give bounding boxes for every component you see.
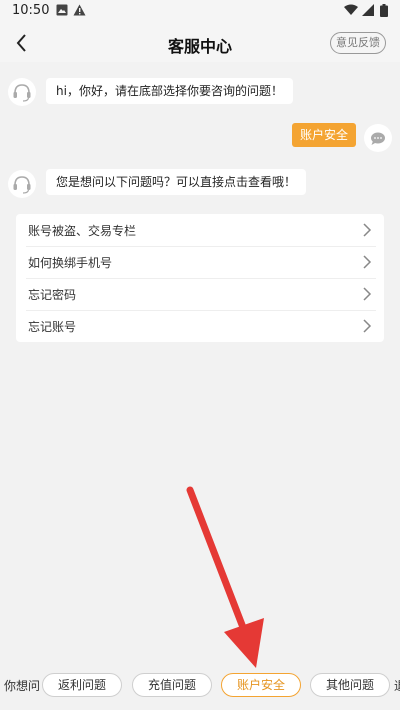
question-item[interactable]: 账号被盗、交易专栏 — [26, 214, 376, 247]
question-label: 忘记账号 — [28, 320, 77, 334]
question-item[interactable]: 忘记账号 — [26, 310, 376, 342]
quick-question-prompt: 你想问 — [4, 679, 41, 693]
chevron-right-icon — [363, 223, 372, 237]
feedback-button[interactable]: 意见反馈 — [330, 32, 386, 54]
app-header: 客服中心 意见反馈 — [0, 24, 400, 62]
annotation-arrow-shaft — [186, 486, 248, 634]
quick-question-bar: 你想问 返利问题 充值问题 账户安全 其他问题 退 — [0, 668, 400, 710]
annotation-arrow — [186, 486, 264, 668]
chip-rebate[interactable]: 返利问题 — [42, 673, 122, 697]
chevron-right-icon — [363, 287, 372, 301]
headset-icon — [13, 176, 31, 194]
question-item[interactable]: 忘记密码 — [26, 278, 376, 311]
chat-bubble-icon — [371, 132, 385, 145]
status-bar: 10:50 — [0, 0, 400, 24]
status-time: 10:50 — [12, 3, 50, 18]
photo-icon — [56, 4, 68, 16]
warning-icon — [73, 4, 86, 16]
user-message-bubble: 账户安全 — [292, 123, 357, 147]
bot-prompt-bubble: 您是想问以下问题吗？可以直接点击查看哦！ — [46, 169, 307, 195]
chip-other[interactable]: 其他问题 — [310, 673, 390, 697]
headset-icon — [13, 84, 31, 102]
signal-icon — [362, 4, 374, 16]
question-list-card: 账号被盗、交易专栏 如何换绑手机号 忘记密码 忘记账号 — [16, 214, 384, 342]
chip-overflow-text: 退 — [394, 677, 400, 694]
wifi-icon — [344, 4, 358, 15]
user-avatar — [364, 124, 392, 152]
chevron-right-icon — [363, 319, 372, 333]
question-label: 账号被盗、交易专栏 — [28, 224, 137, 238]
chip-account-security[interactable]: 账户安全 — [221, 673, 301, 697]
question-label: 如何换绑手机号 — [28, 256, 113, 270]
question-item[interactable]: 如何换绑手机号 — [26, 246, 376, 279]
bot-greeting-bubble: hi，你好，请在底部选择你要咨询的问题！ — [46, 78, 293, 104]
chevron-right-icon — [363, 255, 372, 269]
battery-icon — [380, 4, 388, 17]
question-label: 忘记密码 — [28, 288, 77, 302]
annotation-arrow-head — [224, 618, 264, 668]
chip-recharge[interactable]: 充值问题 — [132, 673, 212, 697]
agent-avatar — [8, 170, 36, 198]
agent-avatar — [8, 78, 36, 106]
